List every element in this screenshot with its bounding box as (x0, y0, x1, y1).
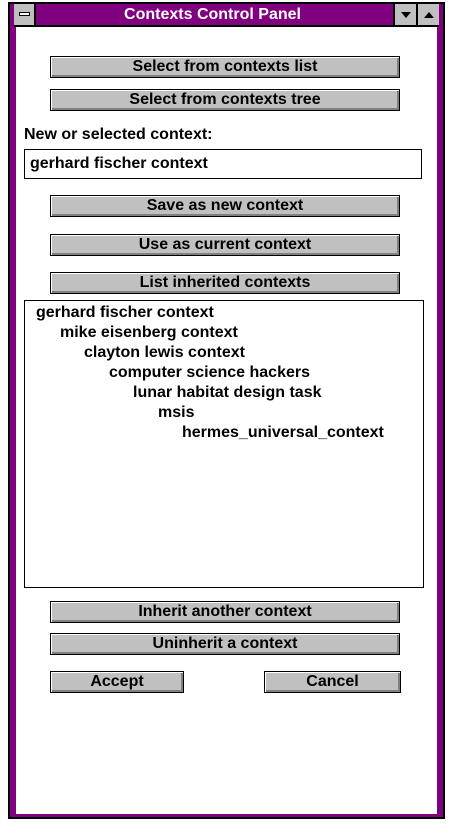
list-item[interactable]: msis (158, 403, 194, 423)
inherited-contexts-list[interactable]: gerhard fischer context mike eisenberg c… (24, 300, 424, 588)
select-from-contexts-list-button[interactable]: Select from contexts list (50, 56, 400, 78)
maximize-button[interactable] (416, 4, 439, 25)
cancel-button[interactable]: Cancel (264, 671, 401, 693)
list-item[interactable]: hermes_universal_context (182, 423, 384, 443)
system-menu-icon (19, 12, 30, 16)
list-item[interactable]: clayton lewis context (84, 343, 245, 363)
title-bar[interactable]: Contexts Control Panel (14, 4, 439, 27)
accept-button[interactable]: Accept (50, 671, 184, 693)
list-item[interactable]: lunar habitat design task (133, 383, 321, 403)
list-item[interactable]: mike eisenberg context (60, 323, 238, 343)
contexts-control-panel-window: Contexts Control Panel Select from conte… (8, 2, 445, 819)
maximize-arrow-icon (423, 11, 434, 18)
inherit-another-context-button[interactable]: Inherit another context (50, 601, 400, 623)
minimize-arrow-icon (400, 11, 411, 18)
list-item[interactable]: computer science hackers (109, 363, 310, 383)
use-as-current-context-button[interactable]: Use as current context (50, 234, 400, 256)
list-inherited-contexts-button[interactable]: List inherited contexts (50, 272, 400, 294)
save-as-new-context-button[interactable]: Save as new context (50, 195, 400, 217)
window-content: Contexts Control Panel Select from conte… (14, 4, 439, 817)
context-name-input[interactable]: gerhard fischer context (24, 149, 422, 179)
window-title: Contexts Control Panel (124, 6, 301, 23)
new-or-selected-context-label: New or selected context: (24, 126, 213, 143)
list-item[interactable]: gerhard fischer context (36, 303, 214, 323)
uninherit-a-context-button[interactable]: Uninherit a context (50, 633, 400, 655)
system-menu-button[interactable] (14, 4, 36, 25)
select-from-contexts-tree-button[interactable]: Select from contexts tree (50, 89, 400, 111)
minimize-button[interactable] (393, 4, 416, 25)
